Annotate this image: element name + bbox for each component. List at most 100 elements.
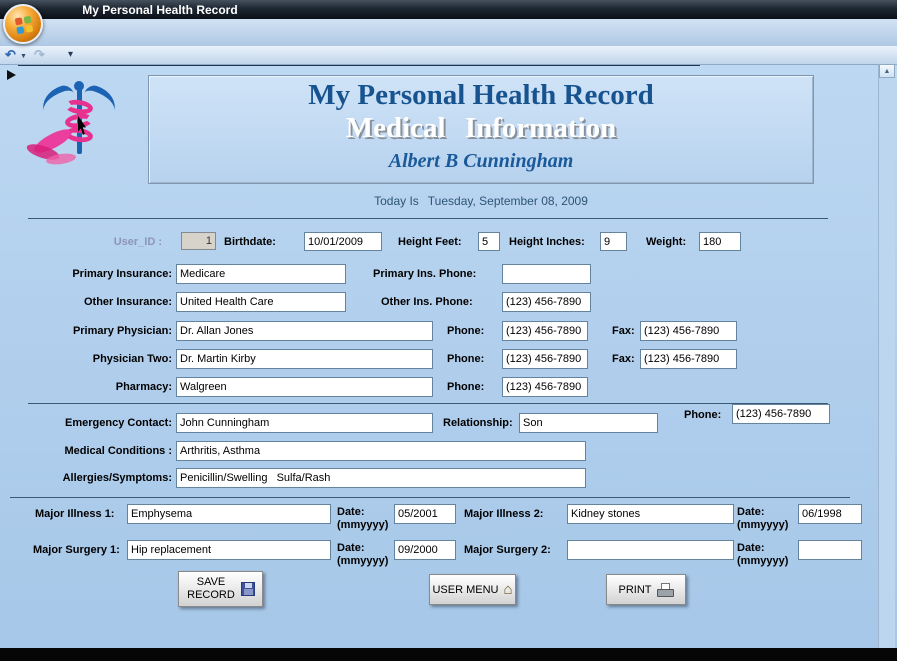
emergency-phone-field[interactable] <box>732 404 830 424</box>
height-inches-label: Height Inches: <box>509 236 585 248</box>
redo-icon[interactable]: ↷ <box>34 48 45 61</box>
primary-physician-fax-field[interactable] <box>640 321 737 341</box>
primary-ins-phone-label: Primary Ins. Phone: <box>373 268 477 280</box>
surgery-1-date-field[interactable] <box>394 540 456 560</box>
bottom-bar <box>0 648 897 661</box>
user-id-label: User_ID : <box>113 236 162 248</box>
physician-two-label: Physician Two: <box>92 353 172 365</box>
allergies-label: Allergies/Symptoms: <box>62 472 172 484</box>
pharmacy-phone-field[interactable] <box>502 377 588 397</box>
undo-dropdown-icon[interactable]: ▼ <box>20 53 27 60</box>
height-feet-field[interactable] <box>478 232 500 251</box>
patient-name: Albert B Cunningham <box>388 150 574 172</box>
emergency-contact-label: Emergency Contact: <box>65 417 172 429</box>
scrollbar-track[interactable] <box>878 64 895 648</box>
major-surgery-2-label: Major Surgery 2: <box>464 544 551 556</box>
major-surgery-2-field[interactable] <box>567 540 734 560</box>
major-surgery-1-field[interactable] <box>127 540 331 560</box>
illness-1-date-label: Date: (mmyyyy) <box>337 506 388 532</box>
record-selector-arrow-icon <box>7 70 16 80</box>
date-label-line1: Date: <box>737 506 765 518</box>
primary-physician-phone-label: Phone: <box>447 325 485 337</box>
illness-2-date-label: Date: (mmyyyy) <box>737 506 788 532</box>
window-title: My Personal Health Record <box>82 3 238 17</box>
save-icon <box>241 582 255 596</box>
allergies-field[interactable] <box>176 468 586 488</box>
primary-ins-phone-field[interactable] <box>502 264 591 284</box>
date-label-line1: Date: <box>737 542 765 554</box>
medical-conditions-field[interactable] <box>176 441 586 461</box>
save-record-label: SAVE RECORD <box>187 576 235 601</box>
qat-menu-icon[interactable]: ▾ <box>68 50 73 60</box>
undo-icon[interactable]: ↶ <box>5 48 16 61</box>
date-label-line2: (mmyyyy) <box>337 555 389 567</box>
user-id-field[interactable] <box>181 232 216 250</box>
separator-line <box>28 218 828 219</box>
today-label: Today Is <box>374 194 419 208</box>
weight-label: Weight: <box>646 236 687 248</box>
date-label-line2: (mmyyyy) <box>737 519 789 531</box>
other-ins-phone-field[interactable] <box>502 292 591 312</box>
birthdate-field[interactable] <box>304 232 382 251</box>
major-illness-2-label: Major Illness 2: <box>464 508 544 520</box>
illness-2-date-field[interactable] <box>798 504 862 524</box>
printer-icon <box>656 582 674 597</box>
pharmacy-phone-label: Phone: <box>447 381 485 393</box>
weight-field[interactable] <box>699 232 741 251</box>
access-window: My Personal Health Record ↶ ▼ ↷ ▾ ▲ My P… <box>0 0 897 661</box>
home-icon: ⌂ <box>503 581 513 598</box>
primary-physician-fax-label: Fax: <box>612 325 635 337</box>
pharmacy-field[interactable] <box>176 377 433 397</box>
user-menu-label: USER MENU <box>432 583 499 596</box>
major-illness-1-label: Major Illness 1: <box>35 508 115 520</box>
window-titlebar: My Personal Health Record <box>0 0 897 19</box>
date-label-line1: Date: <box>337 506 365 518</box>
height-inches-field[interactable] <box>600 232 627 251</box>
page-title: My Personal Health Record <box>308 79 654 111</box>
height-feet-label: Height Feet: <box>398 236 462 248</box>
emergency-phone-label: Phone: <box>684 409 722 421</box>
print-button[interactable]: PRINT <box>606 574 686 605</box>
relationship-field[interactable] <box>519 413 658 433</box>
today-line: Today Is Tuesday, September 08, 2009 <box>148 194 814 208</box>
physician-two-fax-label: Fax: <box>612 353 635 365</box>
date-label-line2: (mmyyyy) <box>337 519 389 531</box>
save-record-button[interactable]: SAVE RECORD <box>178 571 263 607</box>
medical-conditions-label: Medical Conditions : <box>64 445 172 457</box>
office-button[interactable] <box>3 4 43 44</box>
physician-two-phone-field[interactable] <box>502 349 588 369</box>
date-label-line2: (mmyyyy) <box>737 555 789 567</box>
primary-insurance-label: Primary Insurance: <box>72 268 172 280</box>
birthdate-label: Birthdate: <box>224 236 276 248</box>
user-menu-button[interactable]: USER MENU ⌂ <box>429 574 516 605</box>
physician-two-field[interactable] <box>176 349 433 369</box>
primary-physician-phone-field[interactable] <box>502 321 588 341</box>
primary-physician-field[interactable] <box>176 321 433 341</box>
physician-two-fax-field[interactable] <box>640 349 737 369</box>
emergency-contact-field[interactable] <box>176 413 433 433</box>
major-surgery-1-label: Major Surgery 1: <box>33 544 120 556</box>
major-illness-2-field[interactable] <box>567 504 734 524</box>
surgery-2-date-field[interactable] <box>798 540 862 560</box>
scroll-up-button[interactable]: ▲ <box>879 64 895 78</box>
separator-line <box>10 497 850 498</box>
other-ins-phone-label: Other Ins. Phone: <box>381 296 473 308</box>
illness-1-date-field[interactable] <box>394 504 456 524</box>
print-label: PRINT <box>618 583 652 596</box>
scroll-up-icon: ▲ <box>883 67 891 75</box>
page-subtitle: Medical Information <box>345 112 617 144</box>
surgery-2-date-label: Date: (mmyyyy) <box>737 542 788 568</box>
primary-insurance-field[interactable] <box>176 264 346 284</box>
other-insurance-field[interactable] <box>176 292 346 312</box>
date-label-line1: Date: <box>337 542 365 554</box>
relationship-label: Relationship: <box>443 417 513 429</box>
primary-physician-label: Primary Physician: <box>72 325 172 337</box>
major-illness-1-field[interactable] <box>127 504 331 524</box>
separator-line <box>28 403 828 404</box>
surgery-1-date-label: Date: (mmyyyy) <box>337 542 388 568</box>
pharmacy-label: Pharmacy: <box>115 381 172 393</box>
office-logo-icon <box>14 15 34 35</box>
other-insurance-label: Other Insurance: <box>83 296 172 308</box>
physician-two-phone-label: Phone: <box>447 353 485 365</box>
form-top-edge <box>18 65 700 66</box>
